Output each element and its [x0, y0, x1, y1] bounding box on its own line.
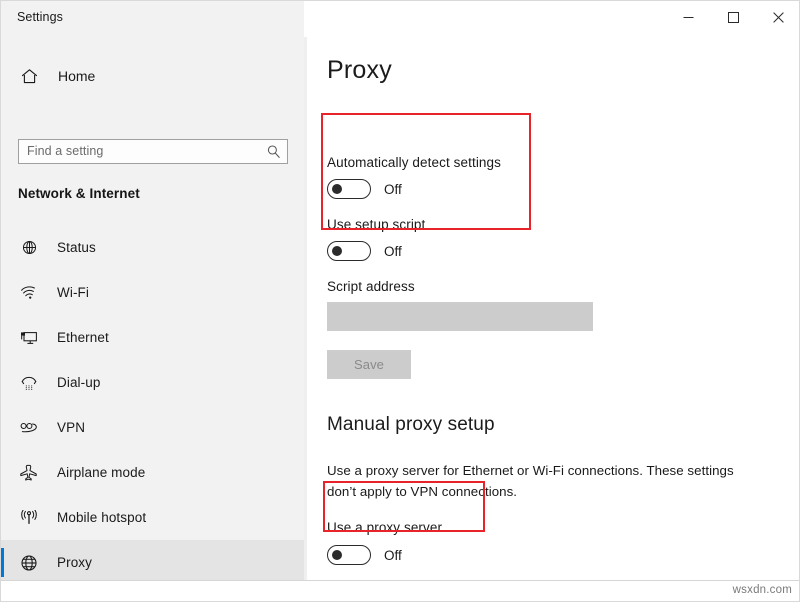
sidebar: Home Find a setting Network & Internet S… [1, 37, 304, 601]
sidebar-item-mobile-hotspot[interactable]: Mobile hotspot [1, 495, 304, 540]
search-box[interactable]: Find a setting [18, 139, 288, 164]
sidebar-item-status-label: Status [57, 240, 96, 255]
title-bar: Settings [1, 1, 799, 37]
sidebar-item-ethernet[interactable]: Ethernet [1, 315, 304, 360]
wifi-icon [18, 285, 40, 300]
minimize-icon [683, 16, 694, 18]
maximize-button[interactable] [711, 1, 756, 33]
use-setup-script-state: Off [384, 243, 402, 259]
toggle-switch[interactable] [327, 545, 371, 565]
sidebar-item-proxy[interactable]: Proxy [1, 540, 304, 585]
sidebar-item-airplane-mode[interactable]: Airplane mode [1, 450, 304, 495]
sidebar-item-home[interactable]: Home [1, 59, 304, 93]
ethernet-icon [18, 330, 40, 346]
sidebar-item-wifi[interactable]: Wi-Fi [1, 270, 304, 315]
home-icon [19, 68, 39, 85]
sidebar-item-dialup-label: Dial-up [57, 375, 101, 390]
auto-detect-settings-label: Automatically detect settings [327, 155, 501, 170]
proxy-globe-icon [18, 554, 40, 572]
use-setup-script-toggle[interactable]: Off [327, 241, 402, 261]
use-proxy-server-toggle[interactable]: Off [327, 545, 402, 565]
hotspot-icon [18, 509, 40, 526]
airplane-icon [18, 464, 40, 481]
sidebar-item-vpn-label: VPN [57, 420, 86, 435]
main-content: Proxy Automatically detect settings Off … [307, 37, 799, 601]
settings-window: Settings Home Find a setting Network & I… [0, 0, 800, 602]
manual-proxy-setup-description: Use a proxy server for Ethernet or Wi-Fi… [327, 463, 734, 499]
toggle-knob [332, 550, 342, 560]
auto-detect-settings-toggle[interactable]: Off [327, 179, 402, 199]
sidebar-nav-list: Status Wi-Fi Ethernet Dial-up VPN Airpla… [1, 225, 304, 585]
status-globe-icon [18, 239, 40, 256]
toggle-knob [332, 184, 342, 194]
close-icon [773, 11, 784, 23]
maximize-icon [728, 11, 739, 23]
pane-divider [304, 37, 307, 601]
auto-detect-settings-state: Off [384, 181, 402, 197]
toggle-knob [332, 246, 342, 256]
sidebar-item-mobile-hotspot-label: Mobile hotspot [57, 510, 147, 525]
minimize-button[interactable] [666, 1, 711, 33]
sidebar-item-dialup[interactable]: Dial-up [1, 360, 304, 405]
sidebar-item-airplane-mode-label: Airplane mode [57, 465, 146, 480]
script-address-label: Script address [327, 279, 415, 294]
sidebar-item-ethernet-label: Ethernet [57, 330, 109, 345]
sidebar-item-status[interactable]: Status [1, 225, 304, 270]
script-address-input[interactable] [327, 302, 593, 331]
save-button[interactable]: Save [327, 350, 411, 379]
sidebar-item-proxy-label: Proxy [57, 555, 93, 570]
use-proxy-server-state: Off [384, 547, 402, 563]
use-proxy-server-label: Use a proxy server [327, 520, 443, 535]
manual-proxy-setup-title: Manual proxy setup [327, 414, 495, 435]
sidebar-section-heading: Network & Internet [18, 186, 140, 201]
sidebar-item-vpn[interactable]: VPN [1, 405, 304, 450]
watermark-bar: wsxdn.com [1, 580, 799, 601]
close-button[interactable] [756, 1, 799, 33]
dialup-icon [18, 375, 40, 391]
vpn-icon [18, 421, 40, 435]
search-icon[interactable] [266, 144, 281, 164]
page-title: Proxy [327, 56, 392, 84]
app-title: Settings [17, 10, 63, 24]
sidebar-item-wifi-label: Wi-Fi [57, 285, 89, 300]
sidebar-item-home-label: Home [58, 68, 96, 84]
use-setup-script-label: Use setup script [327, 217, 426, 232]
watermark-text: wsxdn.com [732, 584, 792, 596]
save-button-label: Save [353, 357, 385, 372]
toggle-switch[interactable] [327, 179, 371, 199]
toggle-switch[interactable] [327, 241, 371, 261]
search-input[interactable]: Find a setting [27, 144, 103, 158]
